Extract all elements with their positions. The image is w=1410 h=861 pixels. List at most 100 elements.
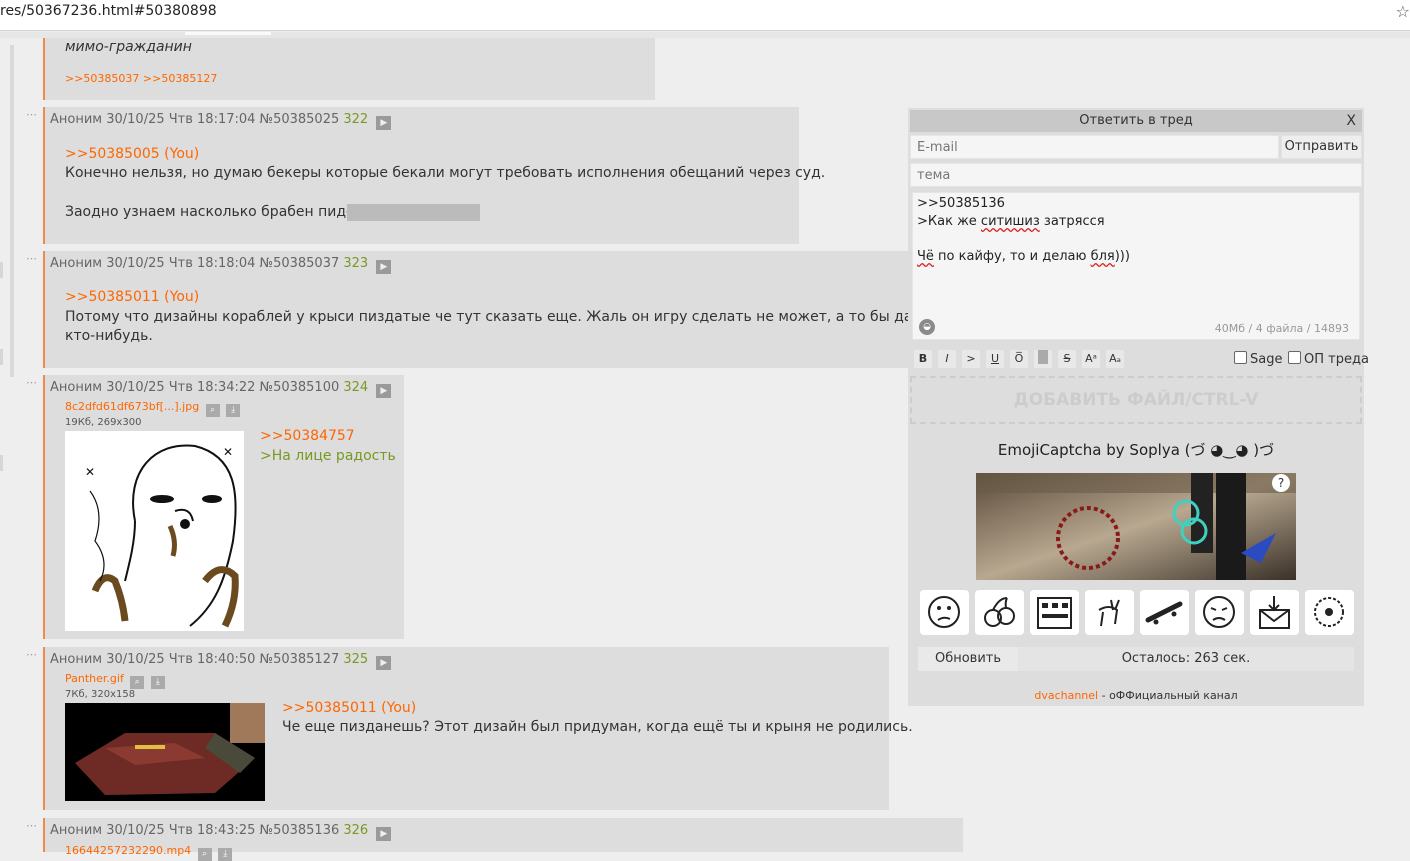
post-menu-dots[interactable]: ⋯ (26, 376, 38, 389)
message-fragment: >Как же (917, 214, 981, 229)
message-textarea[interactable]: >>50385136 >Как же ситишиз затрясся Чё п… (912, 192, 1360, 340)
post-header: Аноним 30/10/25 Чтв 18:18:04 №50385037 3… (50, 256, 392, 274)
captcha-help-button[interactable]: ? (1272, 474, 1290, 492)
post-header: Аноним 30/10/25 Чтв 18:34:22 №50385100 3… (50, 380, 392, 398)
op-label: ОП треда (1304, 352, 1369, 367)
reply-link[interactable]: >>50385011 (You) (65, 288, 199, 307)
post-text-line: Че еще пизданешь? Этот дизайн был придум… (282, 719, 913, 735)
post-header-text: Аноним 30/10/25 Чтв 18:17:04 №50385025 (50, 112, 340, 127)
wojak-drawing: ✕ ✕ (85, 444, 239, 628)
sticker-icon[interactable]: ◒ (919, 319, 935, 335)
quote-button[interactable]: > (961, 349, 981, 369)
superscript-button[interactable]: Aᵃ (1081, 349, 1101, 369)
file-meta: 19Кб, 269x300 (65, 417, 142, 428)
file-dropzone[interactable]: ДОБАВИТЬ ФАЙЛ/CTRL-V (910, 376, 1362, 424)
post-text-line: Потому что дизайны кораблей у крыси пизд… (65, 309, 972, 325)
strike-button[interactable]: S (1057, 349, 1077, 369)
captcha-image (976, 473, 1296, 580)
refresh-button[interactable]: Обновить (918, 647, 1018, 671)
ship-drawing (75, 703, 265, 795)
building-icon[interactable] (1030, 590, 1079, 635)
cherries-icon[interactable] (975, 590, 1024, 635)
goat-icon[interactable] (1085, 590, 1134, 635)
wojak-image[interactable]: ✕ ✕ (65, 431, 244, 631)
post-323: Аноним 30/10/25 Чтв 18:18:04 №50385037 3… (43, 251, 972, 368)
search-icon[interactable]: ⌕ (130, 676, 145, 689)
bold-button[interactable]: B (913, 349, 933, 369)
file-name: 16644257232290.mp4 ⌕ ⤓ (65, 844, 233, 861)
post-signature: мимо-гражданин (65, 39, 192, 55)
address-bar[interactable]: res/50367236.html#50380898 ☆ (0, 0, 1410, 31)
post-count: 326 (343, 823, 369, 838)
panther-image[interactable] (65, 703, 265, 801)
checkbox-box[interactable] (1288, 351, 1301, 364)
steam-face-icon[interactable] (1195, 590, 1244, 635)
post-count: 324 (343, 380, 369, 395)
checkbox-box[interactable] (1234, 351, 1247, 364)
sage-label: Sage (1250, 352, 1283, 367)
post-text-line: Заодно узнаем насколько брабен пидор (65, 204, 364, 220)
post-header: Аноним 30/10/25 Чтв 18:17:04 №50385025 3… (50, 112, 392, 130)
thread-scroll-line (10, 45, 14, 377)
form-title-bar[interactable]: Ответить в тред X (910, 110, 1362, 132)
post-menu-dots[interactable]: ⋯ (26, 252, 38, 265)
expand-icon[interactable]: ▶ (376, 260, 392, 274)
sage-checkbox[interactable]: Sage (1234, 351, 1282, 367)
post-header-text: Аноним 30/10/25 Чтв 18:18:04 №50385037 (50, 256, 340, 271)
underline-button[interactable]: U (985, 349, 1005, 369)
star-icon[interactable]: ☆ (1396, 2, 1410, 21)
svg-text:✕: ✕ (223, 445, 233, 459)
reply-link[interactable]: >>50385005 (You) (65, 145, 199, 164)
download-icon[interactable]: ⤓ (150, 676, 165, 689)
download-icon[interactable]: ⤓ (218, 848, 233, 861)
subject-field[interactable]: тема (910, 163, 1362, 187)
post-backlinks[interactable]: >>50385037 >>50385127 (65, 72, 217, 85)
post-menu-dots[interactable]: ⋯ (26, 648, 38, 661)
channel-link[interactable]: dvachannel (1034, 689, 1098, 702)
inbox-tray-icon[interactable] (1250, 590, 1299, 635)
thinking-face-icon[interactable] (920, 590, 969, 635)
reply-link[interactable]: >>50384757 (260, 427, 355, 446)
post-menu-dots[interactable]: ⋯ (26, 819, 38, 832)
post-count: 322 (343, 112, 369, 127)
message-line: >Как же ситишиз затрясся (917, 214, 1105, 229)
reply-link[interactable]: >>50385011 (You) (282, 699, 416, 718)
search-icon[interactable]: ⌕ (205, 404, 220, 417)
post-count: 323 (343, 256, 369, 271)
spoiler-button[interactable] (1033, 349, 1053, 369)
post-text-line: кто-нибудь. (65, 328, 153, 344)
badge-icon[interactable] (1305, 590, 1354, 635)
captcha-timer: Осталось: 263 сек. (1018, 647, 1354, 671)
post-count: 325 (343, 652, 369, 667)
close-button[interactable]: X (1346, 110, 1356, 132)
side-marker (0, 262, 3, 278)
captcha-drawing (976, 473, 1296, 580)
post-menu-dots[interactable]: ⋯ (26, 108, 38, 121)
op-checkbox[interactable]: ОП треда (1288, 351, 1369, 367)
post-326: Аноним 30/10/25 Чтв 18:43:25 №50385136 3… (43, 818, 963, 861)
post-previous: мимо-гражданин >>50385037 >>50385127 (43, 38, 655, 100)
message-line: Чё по кайфу, то и делаю бля))) (917, 249, 1130, 264)
italic-button[interactable]: I (937, 349, 957, 369)
search-icon[interactable]: ⌕ (197, 848, 212, 861)
file-link[interactable]: 8c2dfd61df673bf[...].jpg (65, 400, 199, 413)
email-field[interactable]: E-mail (910, 135, 1279, 159)
channel-line: dvachannel - оФФициальный канал (908, 689, 1364, 702)
expand-icon[interactable]: ▶ (376, 384, 392, 398)
subscript-button[interactable]: Aₐ (1105, 349, 1125, 369)
expand-icon[interactable]: ▶ (376, 827, 392, 841)
expand-icon[interactable]: ▶ (376, 116, 392, 130)
expand-icon[interactable]: ▶ (376, 656, 392, 670)
file-name: 8c2dfd61df673bf[...].jpg ⌕ ⤓ (65, 400, 241, 417)
form-title: Ответить в тред (1079, 113, 1193, 128)
post-header: Аноним 30/10/25 Чтв 18:43:25 №50385136 3… (50, 823, 392, 841)
file-meta: 7Кб, 320x158 (65, 689, 136, 700)
file-link[interactable]: Panther.gif (65, 672, 124, 685)
post-324: Аноним 30/10/25 Чтв 18:34:22 №50385100 3… (43, 375, 404, 639)
spoiler-block[interactable] (347, 204, 480, 221)
file-link[interactable]: 16644257232290.mp4 (65, 844, 191, 857)
overline-button[interactable]: O̅ (1009, 349, 1029, 369)
send-button[interactable]: Отправить (1281, 135, 1362, 159)
download-icon[interactable]: ⤓ (226, 404, 241, 417)
skateboard-icon[interactable] (1140, 590, 1189, 635)
